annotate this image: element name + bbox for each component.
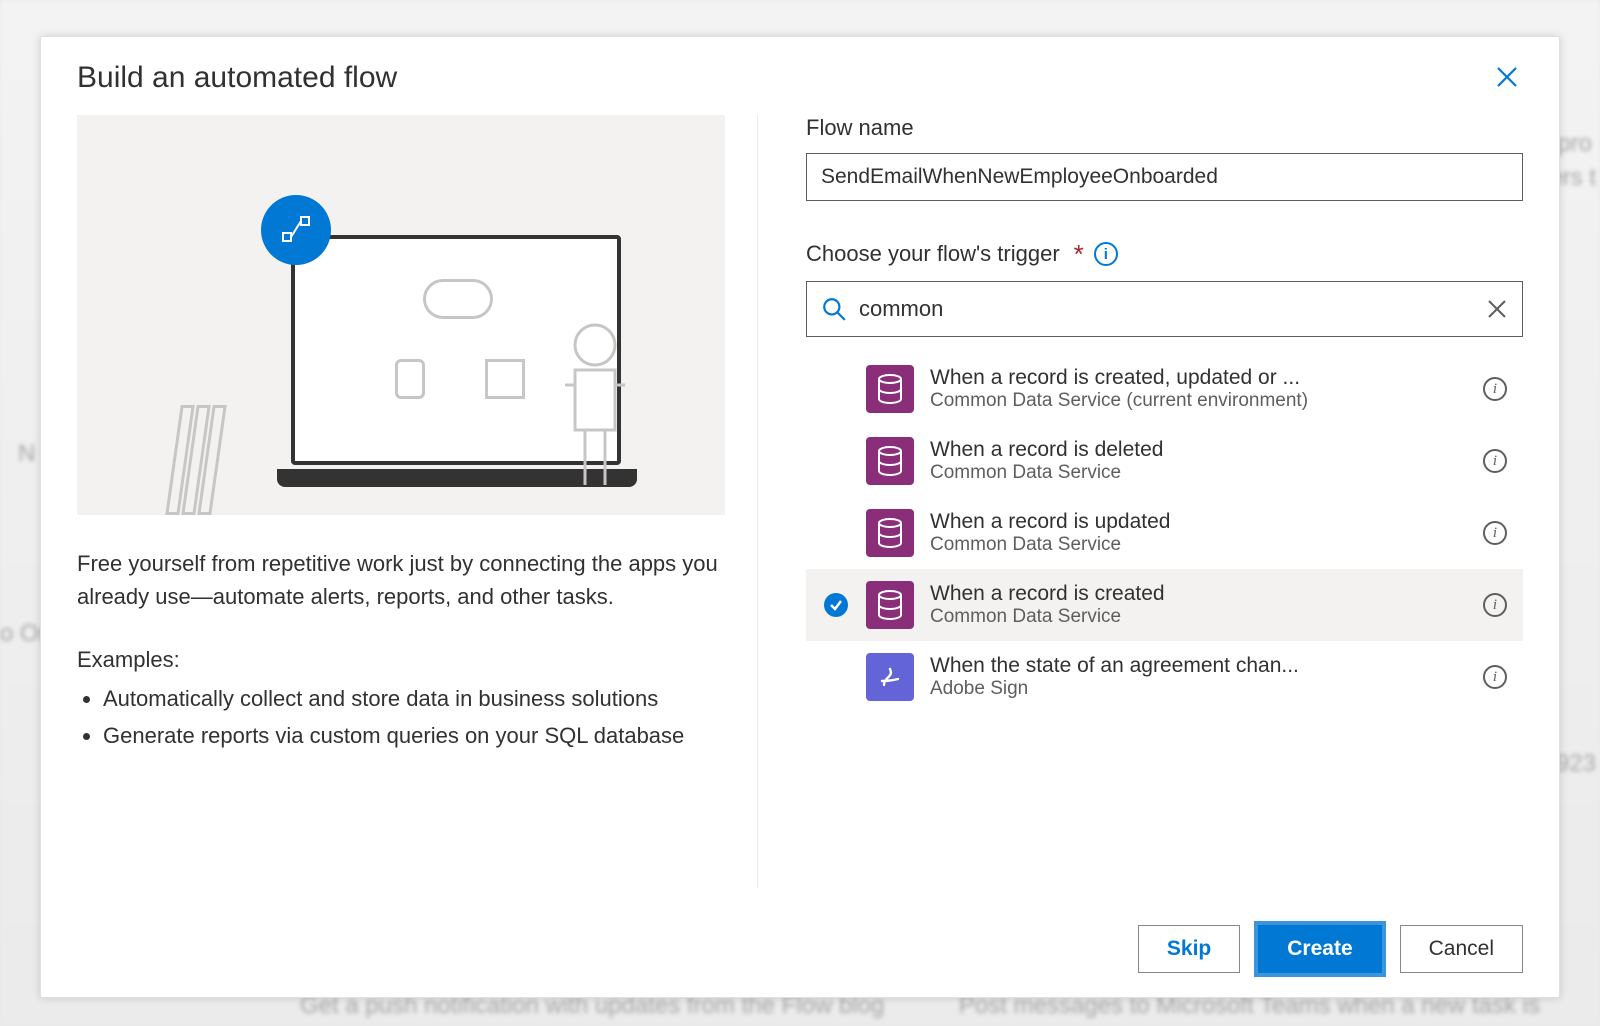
flow-icon [279,213,313,247]
trigger-subtitle: Common Data Service (current environment… [930,390,1467,412]
common-data-service-icon [866,581,914,629]
trigger-label: Choose your flow's trigger [806,241,1060,267]
trigger-subtitle: Adobe Sign [930,678,1467,700]
robot-icon [545,315,645,515]
create-button[interactable]: Create [1258,925,1381,973]
cloud-icon [423,279,493,319]
flow-name-label: Flow name [806,115,1523,141]
cancel-button[interactable]: Cancel [1400,925,1523,973]
clear-icon[interactable] [1486,298,1508,320]
info-icon[interactable]: i [1483,593,1507,617]
trigger-search[interactable] [806,281,1523,337]
info-icon[interactable]: i [1483,521,1507,545]
bg-text: pro [1557,130,1592,158]
info-icon[interactable]: i [1483,449,1507,473]
trigger-text: When a record is updatedCommon Data Serv… [930,510,1467,556]
trigger-title: When the state of an agreement chan... [930,654,1467,678]
trigger-subtitle: Common Data Service [930,606,1467,628]
info-icon[interactable]: i [1094,242,1118,266]
trigger-item[interactable]: When a record is createdCommon Data Serv… [806,569,1523,641]
database-icon [395,359,425,399]
examples-list: Automatically collect and store data in … [103,682,725,752]
example-item: Generate reports via custom queries on y… [103,719,725,752]
trigger-title: When a record is created, updated or ... [930,366,1467,390]
trigger-item[interactable]: When the state of an agreement chan...Ad… [806,641,1523,713]
intro-paragraph: Free yourself from repetitive work just … [77,547,725,613]
examples-label: Examples: [77,643,725,676]
close-button[interactable] [1491,61,1523,93]
trigger-subtitle: Common Data Service [930,534,1467,556]
trigger-item[interactable]: When a record is deletedCommon Data Serv… [806,425,1523,497]
trigger-subtitle: Common Data Service [930,462,1467,484]
info-icon[interactable]: i [1483,377,1507,401]
trigger-title: When a record is deleted [930,438,1467,462]
flow-name-input[interactable] [806,153,1523,201]
trigger-title: When a record is created [930,582,1467,606]
books-icon [173,405,253,515]
trigger-check [822,593,850,617]
example-item: Automatically collect and store data in … [103,682,725,715]
common-data-service-icon [866,365,914,413]
trigger-search-input[interactable] [859,296,1486,322]
close-icon [1496,66,1518,88]
info-icon[interactable]: i [1483,665,1507,689]
common-data-service-icon [866,509,914,557]
skip-button[interactable]: Skip [1138,925,1240,973]
automated-flow-modal: Build an automated flow [40,36,1560,998]
trigger-title: When a record is updated [930,510,1467,534]
modal-title: Build an automated flow [77,61,397,95]
check-icon [824,593,848,617]
modal-footer: Skip Create Cancel [41,904,1559,997]
left-column: Free yourself from repetitive work just … [77,115,757,888]
modal-header: Build an automated flow [41,37,1559,95]
trigger-text: When the state of an agreement chan...Ad… [930,654,1467,700]
right-column: Flow name Choose your flow's trigger * i… [757,115,1523,888]
trigger-text: When a record is deletedCommon Data Serv… [930,438,1467,484]
common-data-service-icon [866,437,914,485]
adobe-sign-icon [866,653,914,701]
automation-illustration [77,115,725,515]
trigger-item[interactable]: When a record is updatedCommon Data Serv… [806,497,1523,569]
flow-badge-icon [261,195,331,265]
trigger-text: When a record is createdCommon Data Serv… [930,582,1467,628]
bg-text: N [18,440,35,468]
modal-body: Free yourself from repetitive work just … [41,95,1559,904]
grid-icon [485,359,525,399]
trigger-list: When a record is created, updated or ...… [806,353,1523,713]
bg-text: 923 [1556,750,1596,778]
trigger-text: When a record is created, updated or ...… [930,366,1467,412]
trigger-item[interactable]: When a record is created, updated or ...… [806,353,1523,425]
search-icon [821,296,847,322]
